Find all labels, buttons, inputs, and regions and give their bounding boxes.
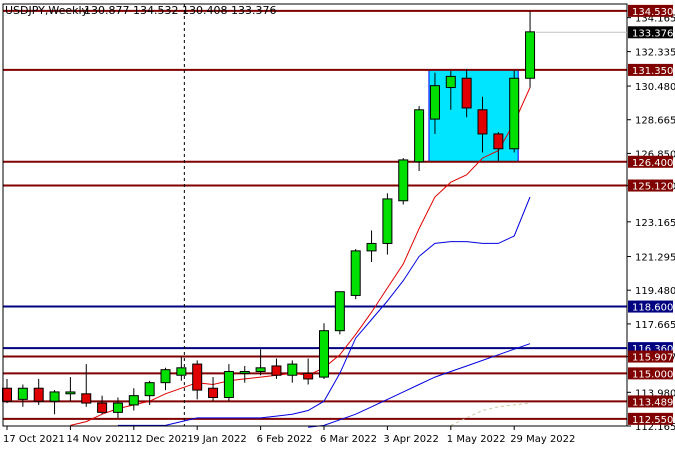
bear-candle (271, 365, 282, 376)
bear-candle (33, 387, 44, 402)
bull-candle (223, 371, 234, 399)
consolidation-box (428, 69, 519, 163)
y-tick-label: 121.295 (635, 253, 675, 264)
x-tick-label: 6 Mar 2022 (320, 434, 377, 445)
bull-candle (112, 402, 123, 413)
y-tick-label: 123.165 (635, 218, 675, 229)
bull-candle (398, 159, 409, 202)
bull-candle (509, 77, 520, 150)
x-tick-label: 1 May 2022 (447, 434, 506, 445)
bull-candle (414, 109, 425, 163)
level-price-label: 126.400 (632, 158, 673, 169)
bull-candle (17, 387, 28, 400)
y-tick-label: 117.665 (635, 320, 675, 331)
bull-candle (525, 31, 536, 79)
x-tick-label: 9 Jan 2022 (193, 434, 247, 445)
x-tick-label: 3 Apr 2022 (383, 434, 438, 445)
price-chart[interactable]: 134.165132.335130.480128.665126.850125.1… (0, 0, 675, 450)
x-tick-label: 14 Nov 2021 (66, 434, 130, 445)
bear-candle (461, 77, 472, 109)
bull-candle (128, 395, 139, 406)
bear-candle (2, 387, 12, 402)
level-price-label: 115.907 (632, 353, 673, 364)
bull-candle (350, 250, 361, 296)
y-tick-label: 128.665 (635, 116, 675, 127)
bull-candle (65, 391, 76, 395)
level-price-label: 134.530 (632, 7, 673, 18)
bear-candle (97, 402, 108, 413)
bull-candle (239, 371, 250, 374)
bull-candle (445, 75, 456, 89)
bull-candle (160, 369, 171, 384)
y-tick-label: 130.480 (635, 82, 675, 93)
x-tick-label: 12 Dec 2021 (130, 434, 194, 445)
bull-candle (144, 382, 155, 397)
level-price-label: 118.600 (632, 303, 673, 314)
level-price-label: 125.120 (632, 182, 673, 193)
bull-candle (287, 363, 298, 376)
chart-container: 134.165132.335130.480128.665126.850125.1… (0, 0, 675, 450)
level-price-label: 113.489 (632, 397, 673, 408)
y-tick-label: 119.480 (635, 286, 675, 297)
x-tick-label: 29 May 2022 (510, 434, 575, 445)
symbol-label: USDJPY,Weekly (5, 4, 89, 17)
ohlc-readout: 130.877 134.532 130.408 133.376 (84, 4, 276, 17)
bull-candle (255, 367, 266, 373)
current-price-label: 133.376 (632, 28, 673, 39)
bear-candle (208, 387, 219, 399)
level-price-label: 112.550 (632, 415, 673, 426)
bear-candle (192, 363, 203, 391)
bear-candle (81, 393, 92, 404)
level-price-label: 115.000 (632, 369, 673, 380)
bull-candle (429, 85, 440, 120)
x-tick-label: 6 Feb 2022 (257, 434, 313, 445)
bull-candle (382, 198, 393, 244)
bull-candle (334, 291, 345, 332)
bull-candle (366, 242, 377, 252)
bull-candle (176, 367, 187, 376)
x-tick-label: 17 Oct 2021 (3, 434, 65, 445)
bull-candle (319, 330, 329, 378)
bull-candle (49, 391, 60, 402)
bear-candle (477, 109, 488, 135)
bear-candle (493, 133, 504, 150)
bear-candle (303, 372, 314, 380)
y-tick-label: 132.335 (635, 48, 675, 59)
level-price-label: 131.350 (632, 66, 673, 77)
